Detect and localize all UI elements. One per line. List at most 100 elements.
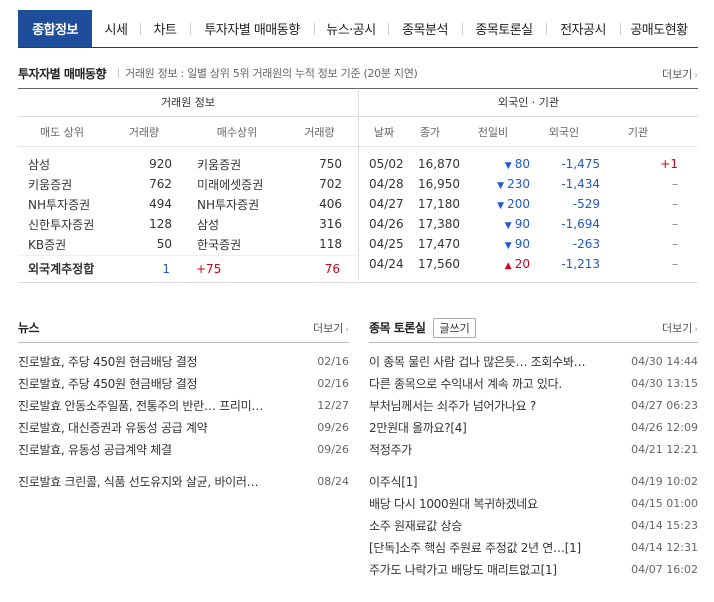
board-item-title[interactable]: 적정주가 — [369, 441, 412, 458]
header-date: 날짜 — [373, 125, 395, 139]
board-item-title[interactable]: [단독]소주 핵심 주원료 주정값 2년 연…[1] — [369, 539, 581, 556]
news-item-title[interactable]: 진로발효, 대신증권과 유동성 공급 계약 — [18, 419, 207, 436]
news-item[interactable]: 진로발효 크린콜, 식품 선도유지와 살균, 바이러… 08/24 — [18, 470, 349, 492]
buy-broker: 한국증권 — [197, 237, 242, 252]
chevron-right-icon: › — [694, 71, 698, 81]
header-close: 종가 — [419, 125, 441, 139]
triangle-down-icon: ▼ — [497, 181, 505, 191]
news-header: 뉴스 더보기 › — [18, 317, 349, 343]
board-more-link[interactable]: 더보기 › — [662, 320, 698, 336]
sell-volume: 50 — [156, 237, 172, 251]
close-price: 17,560 — [418, 257, 460, 271]
board-item-title[interactable]: 다른 종목으로 수익내서 계속 까고 있다. — [369, 375, 562, 392]
news-item[interactable]: 진로발효, 대신증권과 유동성 공급 계약 09/26 — [18, 416, 349, 438]
board-item[interactable]: 소주 원재료값 상승 04/14 15:23 — [369, 514, 698, 536]
foreign-sum-row: 외국계추정합 1 +75 76 — [18, 255, 358, 281]
board-item-title[interactable]: 소주 원재료값 상승 — [369, 517, 462, 534]
investor-more-link[interactable]: 더보기 › — [662, 66, 698, 82]
board-item-title[interactable]: 2만원대 올까요?[4] — [369, 419, 466, 436]
foreign-sum-label: 외국계추정합 — [28, 262, 95, 276]
board-item[interactable]: 다른 종목으로 수익내서 계속 까고 있다. 04/30 13:15 — [369, 372, 698, 394]
change-value: 20 — [514, 257, 530, 271]
tab-board[interactable]: 종목토론실 — [462, 10, 546, 47]
foreign-net: -1,434 — [561, 177, 600, 191]
tab-investor[interactable]: 투자자별 매매동향 — [190, 10, 314, 47]
tab-summary[interactable]: 종합정보 — [18, 10, 92, 47]
news-more-link[interactable]: 더보기 › — [313, 320, 349, 336]
header-change: 전일비 — [477, 125, 509, 139]
news-item-title[interactable]: 진로발효 안동소주일품, 전통주의 반란… 프리미… — [18, 397, 263, 414]
buy-volume: 406 — [319, 197, 342, 211]
board-item-title[interactable]: 이주식[1] — [369, 473, 417, 490]
write-button[interactable]: 글쓰기 — [433, 317, 476, 338]
buy-volume: 118 — [319, 237, 342, 251]
board-title: 종목 토론실 — [369, 321, 426, 335]
board-item[interactable]: 이 종목 물린 사람 겁나 많은듯… 조회수봐… 04/30 14:44 — [369, 350, 698, 372]
date: 04/28 — [369, 177, 404, 191]
board-item[interactable]: 이주식[1] 04/19 10:02 — [369, 470, 698, 492]
change-value: 80 — [514, 157, 530, 171]
news-item[interactable]: 진로발효, 주당 450원 현금배당 결정 02/16 — [18, 372, 349, 394]
broker-row: 신한투자증권 128 삼성 316 — [18, 214, 358, 234]
sell-volume: 920 — [149, 157, 172, 171]
tab-news[interactable]: 뉴스·공시 — [314, 10, 388, 47]
institution-net: – — [672, 257, 678, 271]
news-item-title[interactable]: 진로발효 크린콜, 식품 선도유지와 살균, 바이러… — [18, 473, 258, 490]
tab-label: 종목토론실 — [475, 23, 533, 38]
broker-row: KB증권 50 한국증권 118 — [18, 234, 358, 254]
tab-chart[interactable]: 차트 — [140, 10, 190, 47]
tab-disclosure[interactable]: 전자공시 — [546, 10, 620, 47]
change: ▼ 200 — [460, 197, 530, 211]
date: 04/26 — [369, 217, 404, 231]
foreign-net: -1,213 — [561, 257, 600, 271]
change: ▼ 90 — [460, 237, 530, 251]
buy-volume: 750 — [319, 157, 342, 171]
chevron-right-icon: › — [694, 325, 698, 335]
board-item[interactable]: 부처님께서는 쇠주가 넘어가나요 ? 04/27 06:23 — [369, 394, 698, 416]
board-item[interactable]: 주가도 나락가고 배당도 매리트없고[1] 04/07 16:02 — [369, 558, 698, 580]
tab-label: 시세 — [104, 23, 128, 38]
header-institution: 기관 — [627, 125, 649, 139]
tab-label: 종목분석 — [402, 23, 448, 38]
board-item-title[interactable]: 이 종목 물린 사람 겁나 많은듯… 조회수봐… — [369, 353, 585, 370]
board-item[interactable]: [단독]소주 핵심 주원료 주정값 2년 연…[1] 04/14 12:31 — [369, 536, 698, 558]
news-item[interactable]: 진로발효 안동소주일품, 전통주의 반란… 프리미… 12/27 — [18, 394, 349, 416]
tab-label: 투자자별 매매동향 — [204, 23, 300, 38]
sell-broker: 신한투자증권 — [28, 217, 95, 232]
sell-volume: 762 — [149, 177, 172, 191]
date: 05/02 — [369, 157, 404, 171]
tab-label: 공매도현황 — [630, 23, 688, 38]
more-label: 더보기 — [662, 322, 693, 335]
tab-short-selling[interactable]: 공매도현황 — [620, 10, 698, 47]
board-item-date: 04/21 12:21 — [631, 442, 698, 456]
news-item[interactable]: 진로발효, 주당 450원 현금배당 결정 02/16 — [18, 350, 349, 372]
tab-analysis[interactable]: 종목분석 — [388, 10, 462, 47]
news-item-title[interactable]: 진로발효, 주당 450원 현금배당 결정 — [18, 375, 197, 392]
board-item[interactable]: 2만원대 올까요?[4] 04/26 12:09 — [369, 416, 698, 438]
close-price: 17,470 — [418, 237, 460, 251]
board-item-title[interactable]: 부처님께서는 쇠주가 넘어가나요 ? — [369, 397, 536, 414]
board-list: 이 종목 물린 사람 겁나 많은듯… 조회수봐… 04/30 14:44 다른 종목… — [369, 350, 698, 580]
board-item-date: 04/15 01:00 — [631, 496, 698, 510]
news-item-title[interactable]: 진로발효, 주당 450원 현금배당 결정 — [18, 353, 197, 370]
board-item-title[interactable]: 배당 다시 1000원대 복귀하겠네요 — [369, 495, 538, 512]
news-item[interactable]: 진로발효, 유동성 공급계약 체결 09/26 — [18, 438, 349, 460]
board-item-date: 04/07 16:02 — [631, 562, 698, 576]
foreign-net: -1,475 — [561, 157, 600, 171]
board-item-date: 04/14 12:31 — [631, 540, 698, 554]
date: 04/25 — [369, 237, 404, 251]
board-item[interactable]: 적정주가 04/21 12:21 — [369, 438, 698, 460]
board-item-title[interactable]: 주가도 나락가고 배당도 매리트없고[1] — [369, 561, 557, 578]
change: ▼ 80 — [460, 157, 530, 171]
date: 04/24 — [369, 257, 404, 271]
news-item-title[interactable]: 진로발효, 유동성 공급계약 체결 — [18, 441, 172, 458]
tab-price[interactable]: 시세 — [92, 10, 140, 47]
institution-net: – — [672, 217, 678, 231]
broker-table-header: 매도 상위 거래량 매수상위 거래량 — [18, 117, 358, 147]
main-tabs: 종합정보 시세 차트 투자자별 매매동향 뉴스·공시 종목분석 종목토론실 전자… — [18, 10, 698, 48]
header-sell-top: 매도 상위 — [40, 125, 84, 139]
change: ▼ 90 — [460, 217, 530, 231]
foreign-institution-row: 04/25 17,470 ▼ 90 -263– — [359, 234, 698, 254]
foreign-net: -529 — [572, 197, 600, 211]
board-item[interactable]: 배당 다시 1000원대 복귀하겠네요 04/15 01:00 — [369, 492, 698, 514]
